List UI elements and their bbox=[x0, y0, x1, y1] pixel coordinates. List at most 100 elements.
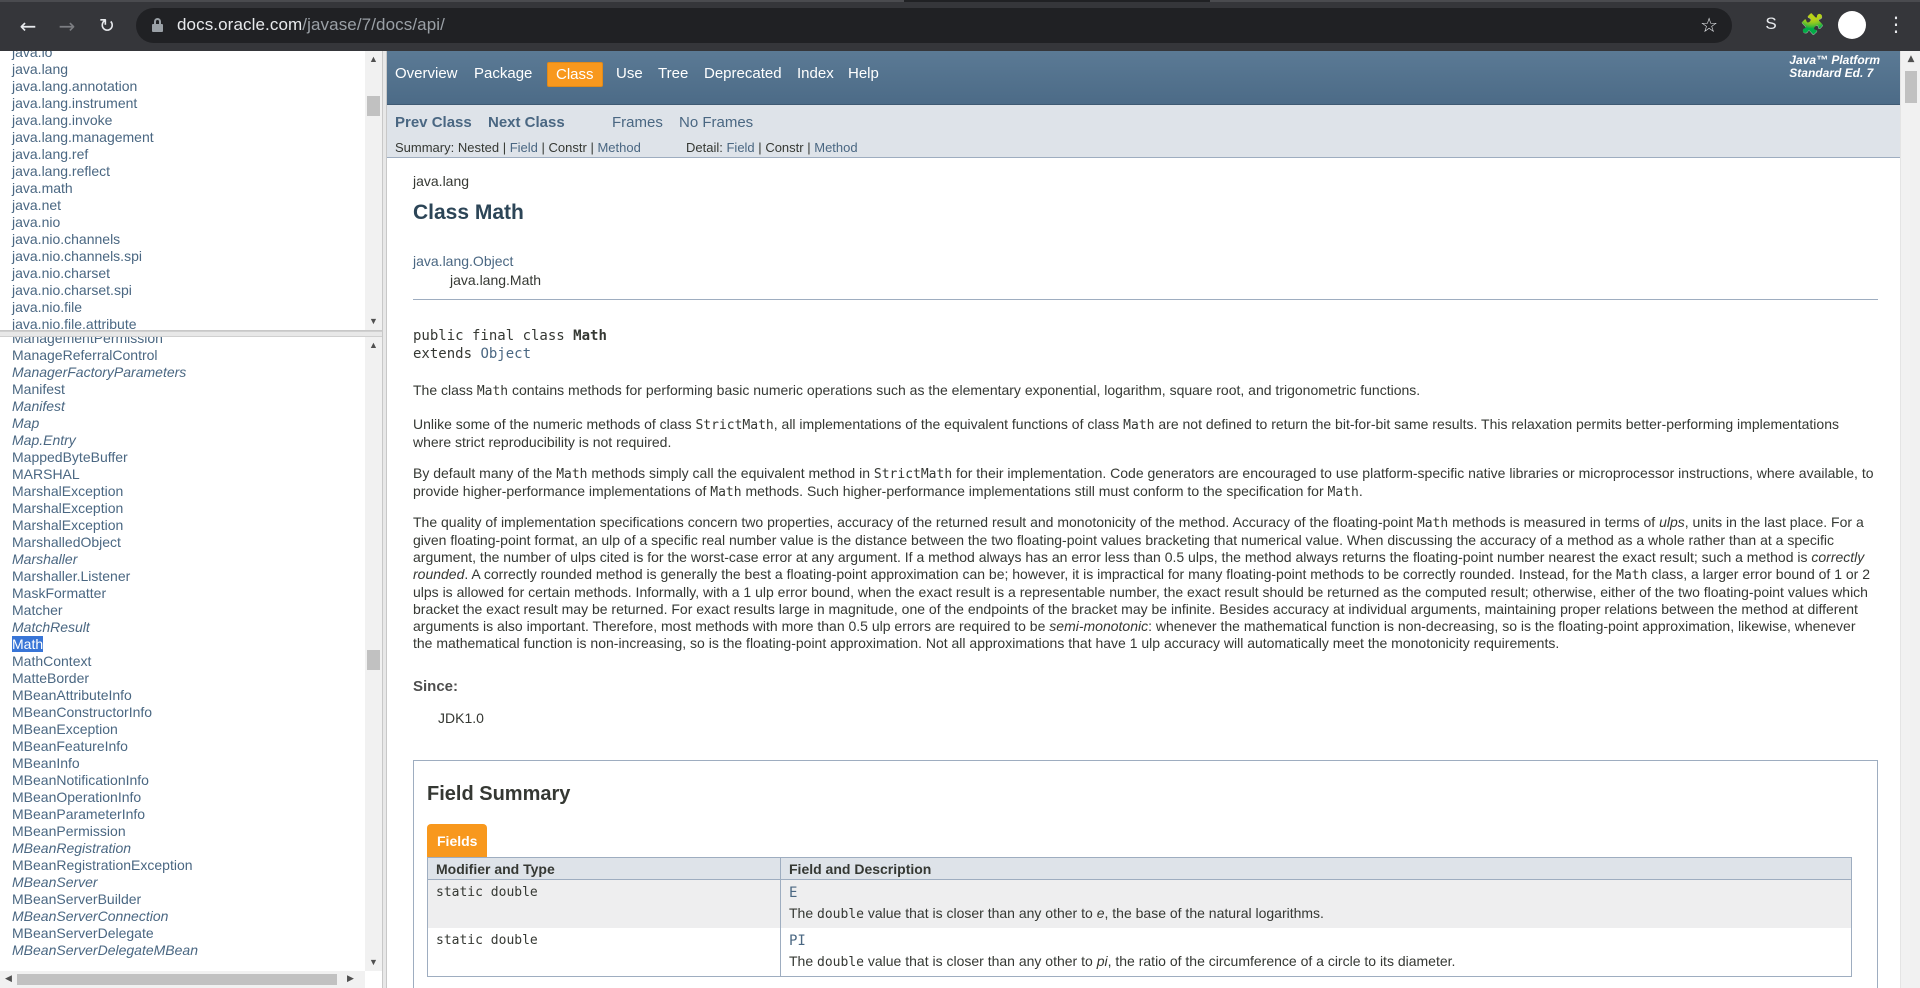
class-link[interactable]: ManageReferralControl bbox=[12, 347, 198, 364]
scroll-thumb[interactable] bbox=[367, 650, 380, 670]
package-link[interactable]: java.lang.annotation bbox=[12, 78, 154, 95]
class-link[interactable]: MBeanRegistrationException bbox=[12, 857, 198, 874]
class-link[interactable]: MarshalException bbox=[12, 517, 198, 534]
scroll-thumb[interactable] bbox=[17, 974, 337, 985]
classes-scrollbar[interactable]: ▲ ▼ bbox=[365, 337, 382, 971]
extensions-puzzle-icon[interactable]: 🧩 bbox=[1800, 12, 1825, 36]
class-link[interactable]: MaskFormatter bbox=[12, 585, 198, 602]
class-link[interactable]: Matcher bbox=[12, 602, 198, 619]
class-link[interactable]: Marshaller bbox=[12, 551, 198, 568]
decl-superclass-link[interactable]: Object bbox=[480, 346, 531, 362]
nav-help[interactable]: Help bbox=[848, 65, 879, 82]
package-link[interactable]: java.math bbox=[12, 180, 154, 197]
class-link[interactable]: Manifest bbox=[12, 398, 198, 415]
package-link[interactable]: java.lang bbox=[12, 61, 154, 78]
field-name-link[interactable]: E bbox=[789, 885, 1843, 901]
class-link[interactable]: MBeanRegistration bbox=[12, 840, 198, 857]
nav-package[interactable]: Package bbox=[474, 65, 532, 82]
back-arrow-icon[interactable]: ← bbox=[15, 13, 41, 39]
class-link[interactable]: MBeanException bbox=[12, 721, 198, 738]
package-link[interactable]: java.nio.file bbox=[12, 299, 154, 316]
package-link[interactable]: java.nio.channels.spi bbox=[12, 248, 154, 265]
class-link[interactable]: Map.Entry bbox=[12, 432, 198, 449]
class-link[interactable]: MBeanServerBuilder bbox=[12, 891, 198, 908]
class-link[interactable]: MBeanPermission bbox=[12, 823, 198, 840]
nav-overview[interactable]: Overview bbox=[395, 65, 458, 82]
package-link[interactable]: java.nio.channels bbox=[12, 231, 154, 248]
scroll-down-icon[interactable]: ▼ bbox=[365, 313, 382, 330]
class-link[interactable]: MappedByteBuffer bbox=[12, 449, 198, 466]
package-link[interactable]: java.lang.management bbox=[12, 129, 154, 146]
nav-index[interactable]: Index bbox=[797, 65, 834, 82]
inheritance-parent-link[interactable]: java.lang.Object bbox=[413, 253, 513, 269]
package-link[interactable]: java.io bbox=[12, 51, 154, 61]
no-frames-link[interactable]: No Frames bbox=[679, 114, 753, 131]
scroll-up-icon[interactable]: ▲ bbox=[365, 51, 382, 68]
package-link[interactable]: java.net bbox=[12, 197, 154, 214]
lock-icon[interactable] bbox=[152, 18, 163, 32]
scroll-up-icon[interactable]: ▲ bbox=[365, 337, 382, 354]
scroll-thumb[interactable] bbox=[367, 96, 380, 116]
main-scrollbar[interactable]: ▲ bbox=[1900, 51, 1920, 988]
scroll-right-icon[interactable]: ▶ bbox=[342, 971, 359, 988]
field-name-link[interactable]: PI bbox=[789, 933, 1843, 949]
menu-dots-icon[interactable]: ⋮ bbox=[1886, 12, 1906, 36]
class-link[interactable]: MBeanInfo bbox=[12, 755, 198, 772]
class-link[interactable]: MBeanServerDelegate bbox=[12, 925, 198, 942]
nav-use[interactable]: Use bbox=[616, 65, 643, 82]
class-link[interactable]: MBeanServer bbox=[12, 874, 198, 891]
address-bar[interactable]: docs.oracle.com/javase/7/docs/api/ ☆ bbox=[136, 8, 1732, 43]
class-link[interactable]: ManagementPermission bbox=[12, 337, 198, 347]
package-link[interactable]: java.nio.file.attribute bbox=[12, 316, 154, 330]
scroll-thumb[interactable] bbox=[1905, 71, 1917, 103]
nav-deprecated[interactable]: Deprecated bbox=[704, 65, 782, 82]
class-link[interactable]: MBeanServerDelegateMBean bbox=[12, 942, 198, 959]
scroll-up-icon[interactable]: ▲ bbox=[1901, 51, 1920, 68]
class-link[interactable]: MBeanOperationInfo bbox=[12, 789, 198, 806]
class-link[interactable]: MBeanFeatureInfo bbox=[12, 738, 198, 755]
scroll-down-icon[interactable]: ▼ bbox=[365, 954, 382, 971]
class-link[interactable]: ManagerFactoryParameters bbox=[12, 364, 198, 381]
class-link[interactable]: Manifest bbox=[12, 381, 198, 398]
class-link[interactable]: MBeanConstructorInfo bbox=[12, 704, 198, 721]
class-link[interactable]: MBeanServerConnection bbox=[12, 908, 198, 925]
nav-tree[interactable]: Tree bbox=[658, 65, 688, 82]
class-link[interactable]: MarshalException bbox=[12, 500, 198, 517]
package-link[interactable]: java.lang.reflect bbox=[12, 163, 154, 180]
decl-class-name: Math bbox=[573, 328, 607, 344]
class-link[interactable]: Math bbox=[12, 636, 198, 653]
extension-s-button[interactable]: S bbox=[1762, 14, 1780, 36]
prev-class-link[interactable]: Prev Class bbox=[395, 114, 472, 131]
summary-method-link[interactable]: Method bbox=[597, 140, 640, 155]
summary-field-link[interactable]: Field bbox=[510, 140, 538, 155]
class-link[interactable]: MatchResult bbox=[12, 619, 198, 636]
class-link[interactable]: MatteBorder bbox=[12, 670, 198, 687]
class-link[interactable]: Marshaller.Listener bbox=[12, 568, 198, 585]
packages-scrollbar[interactable]: ▲ ▼ bbox=[365, 51, 382, 330]
class-link[interactable]: Map bbox=[12, 415, 198, 432]
class-link[interactable]: MARSHAL bbox=[12, 466, 198, 483]
package-link[interactable]: java.lang.instrument bbox=[12, 95, 154, 112]
package-link[interactable]: java.nio bbox=[12, 214, 154, 231]
class-link[interactable]: MarshalledObject bbox=[12, 534, 198, 551]
next-class-link[interactable]: Next Class bbox=[488, 114, 565, 131]
class-link[interactable]: MBeanNotificationInfo bbox=[12, 772, 198, 789]
package-link[interactable]: java.lang.ref bbox=[12, 146, 154, 163]
detail-field-link[interactable]: Field bbox=[726, 140, 754, 155]
url-text[interactable]: docs.oracle.com/javase/7/docs/api/ bbox=[177, 15, 445, 35]
class-link[interactable]: MBeanAttributeInfo bbox=[12, 687, 198, 704]
scroll-left-icon[interactable]: ◀ bbox=[0, 971, 17, 988]
forward-arrow-icon[interactable]: → bbox=[54, 13, 80, 39]
class-link[interactable]: MBeanParameterInfo bbox=[12, 806, 198, 823]
package-link[interactable]: java.nio.charset bbox=[12, 265, 154, 282]
detail-method-link[interactable]: Method bbox=[814, 140, 857, 155]
class-link[interactable]: MarshalException bbox=[12, 483, 198, 500]
package-link[interactable]: java.lang.invoke bbox=[12, 112, 154, 129]
reload-icon[interactable]: ↻ bbox=[94, 13, 120, 39]
class-link[interactable]: MathContext bbox=[12, 653, 198, 670]
frames-link[interactable]: Frames bbox=[612, 114, 663, 131]
profile-avatar[interactable] bbox=[1838, 11, 1866, 39]
package-link[interactable]: java.nio.charset.spi bbox=[12, 282, 154, 299]
bookmark-star-icon[interactable]: ☆ bbox=[1700, 13, 1718, 37]
classes-hscrollbar[interactable]: ◀ ▶ bbox=[0, 971, 365, 988]
